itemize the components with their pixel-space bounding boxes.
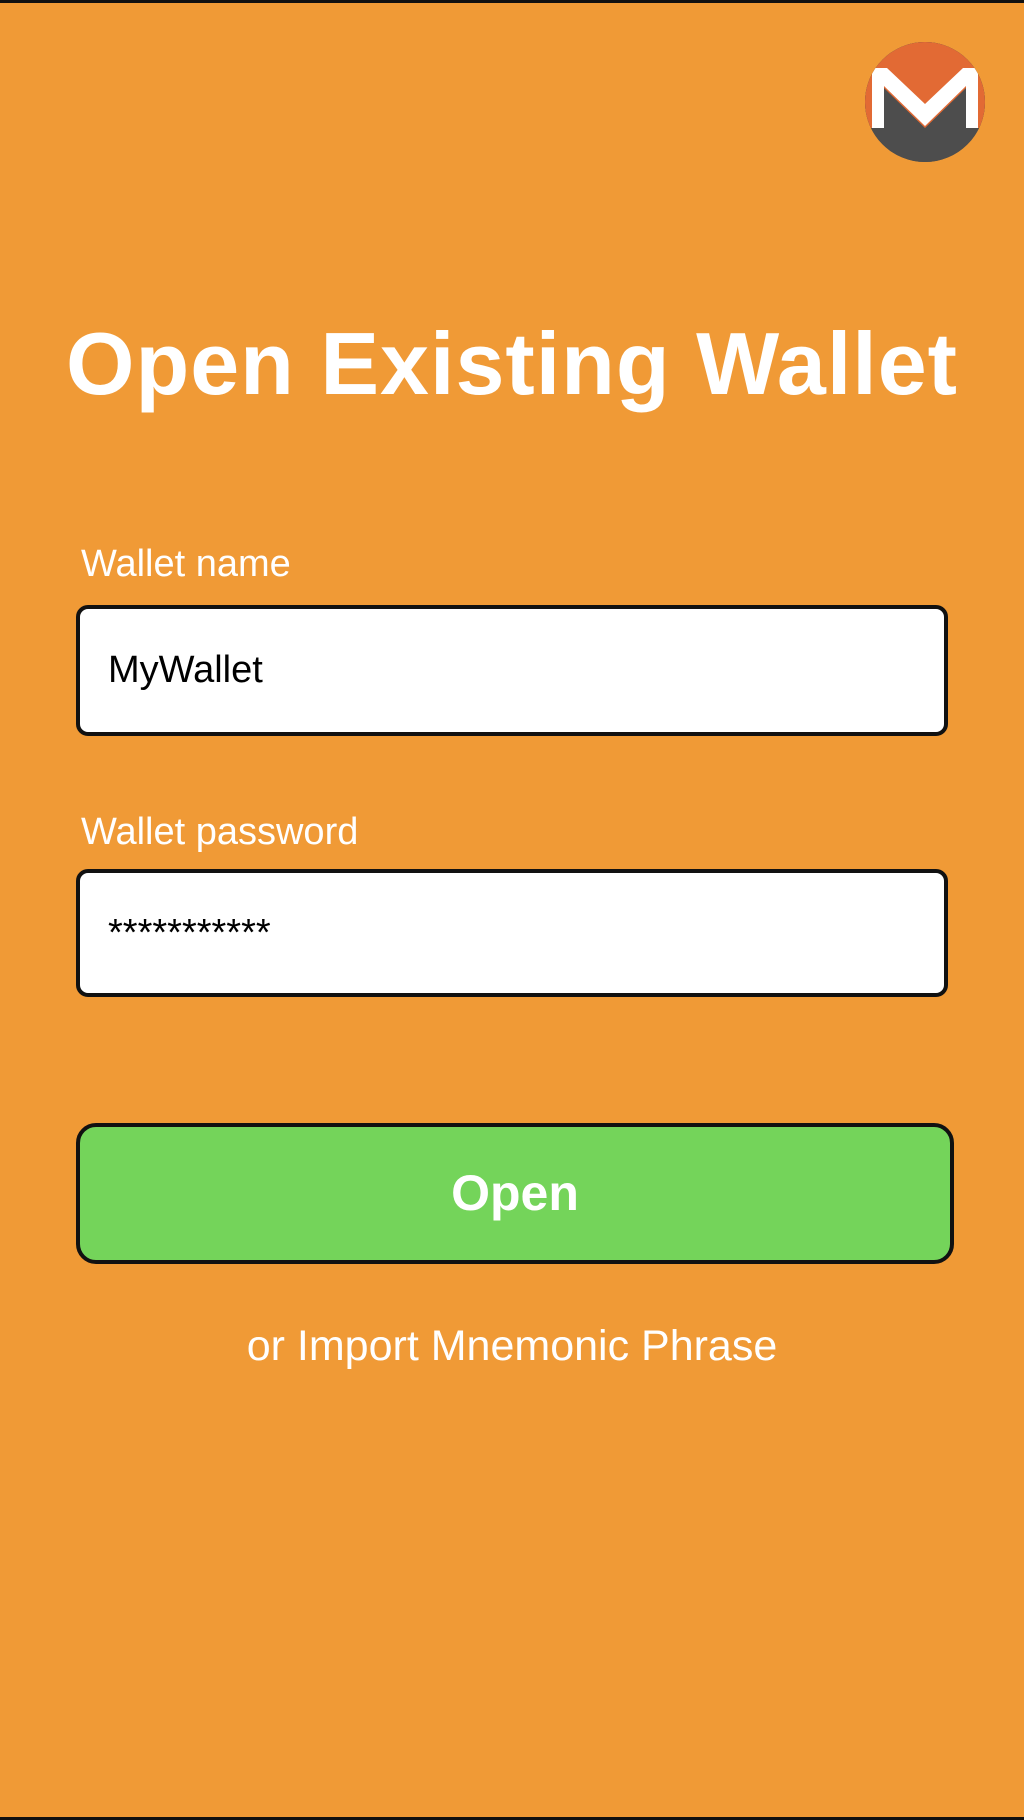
monero-logo-icon (865, 42, 985, 162)
import-mnemonic-link[interactable]: or Import Mnemonic Phrase (0, 1319, 1024, 1373)
open-button[interactable]: Open (76, 1123, 954, 1264)
wallet-name-input[interactable] (76, 605, 948, 736)
wallet-password-label: Wallet password (81, 811, 359, 853)
page-title: Open Existing Wallet (66, 314, 958, 413)
wallet-password-input[interactable] (76, 869, 948, 997)
wallet-name-label: Wallet name (81, 543, 291, 585)
open-wallet-screen: Open Existing Wallet Wallet name Wallet … (0, 0, 1024, 1820)
